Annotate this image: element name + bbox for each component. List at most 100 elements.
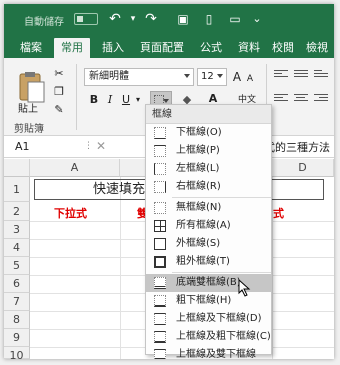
menu-item-top-border[interactable]: 上框線(P)	[146, 142, 271, 160]
menu-item-label: 左框線(L)	[176, 163, 220, 174]
namebox-dropdown-icon[interactable]: ⋮	[84, 141, 93, 151]
left-border-icon	[154, 163, 166, 175]
column-header-a[interactable]: A	[30, 159, 120, 177]
top-border-icon	[154, 145, 166, 157]
cut-icon[interactable]: ✂	[52, 66, 66, 82]
tab-view[interactable]: 檢視	[300, 38, 334, 58]
thick-bottom-border-icon	[154, 295, 166, 307]
menu-item-label: 所有框線(A)	[176, 220, 231, 231]
customize-qat-icon[interactable]: ⌄	[250, 10, 264, 28]
row-header-3[interactable]: 3	[4, 221, 30, 239]
font-name-select[interactable]: 新細明體	[84, 68, 194, 86]
menu-item-right-border[interactable]: 右框線(R)	[146, 178, 271, 196]
menu-item-label: 粗外框線(T)	[176, 256, 230, 267]
tab-insert[interactable]: 插入	[96, 38, 130, 58]
undo-icon[interactable]: ↶	[106, 10, 124, 28]
row-header-5[interactable]: 5	[4, 257, 30, 275]
menu-item-label: 上框線及雙下框線(U)	[176, 349, 256, 359]
menu-separator	[172, 197, 271, 198]
menu-item-top-bottom-border[interactable]: 上框線及下框線(D)	[146, 310, 271, 328]
tab-review[interactable]: 校閱	[266, 38, 300, 58]
select-all-corner[interactable]	[4, 159, 30, 177]
align-left-icon[interactable]	[274, 94, 288, 106]
row-header-10[interactable]: 10	[4, 347, 30, 359]
autosave-toggle[interactable]	[74, 13, 98, 25]
menu-item-top-thick-bottom-border[interactable]: 上框線及粗下框線(C)	[146, 328, 271, 346]
row-header-1[interactable]: 1	[4, 177, 30, 202]
excel-window: 自動儲存 ↶ ▾ ↷ ▣ ▯ ▭ ⌄ 檔案 常用 插入 頁面配置 公式 資料 校…	[4, 4, 334, 359]
menu-item-thick-box-border[interactable]: 粗外框線(T)	[146, 253, 271, 271]
chevron-down-icon	[217, 74, 223, 78]
redo-icon[interactable]: ↷	[142, 10, 160, 28]
row-header-7[interactable]: 7	[4, 293, 30, 311]
row-header-4[interactable]: 4	[4, 239, 30, 257]
column-header-d[interactable]: D	[272, 159, 334, 177]
cancel-icon[interactable]: ✕	[96, 139, 106, 153]
top-double-bottom-border-icon	[154, 349, 166, 359]
tab-file[interactable]: 檔案	[14, 38, 48, 58]
row-header-2[interactable]: 2	[4, 202, 30, 221]
menu-header: 框線	[146, 105, 271, 124]
title-bar: 自動儲存 ↶ ▾ ↷ ▣ ▯ ▭ ⌄	[4, 4, 334, 34]
chevron-down-icon	[184, 74, 190, 78]
undo-dropdown-icon[interactable]: ▾	[128, 10, 138, 28]
menu-item-all-borders[interactable]: 所有框線(A)	[146, 217, 271, 235]
font-name-value: 新細明體	[89, 71, 129, 82]
copy-icon[interactable]: ❐	[52, 84, 66, 100]
cell-c2[interactable]: 式	[273, 205, 284, 221]
toggle-knob	[77, 16, 83, 22]
menu-item-left-border[interactable]: 左框線(L)	[146, 160, 271, 178]
menu-item-label: 外框線(S)	[176, 238, 221, 249]
underline-button[interactable]: U	[120, 92, 132, 108]
menu-item-label: 下框線(O)	[176, 127, 222, 138]
menu-item-label: 上框線(P)	[176, 145, 220, 156]
row-header-8[interactable]: 8	[4, 311, 30, 329]
align-middle-icon[interactable]	[294, 70, 308, 82]
tab-formulas[interactable]: 公式	[194, 38, 228, 58]
bold-button[interactable]: B	[88, 92, 100, 108]
align-top-icon[interactable]	[274, 70, 288, 82]
menu-item-bottom-double-border[interactable]: 底端雙框線(B)	[146, 274, 271, 292]
row-header-6[interactable]: 6	[4, 275, 30, 293]
mouse-pointer-icon	[238, 279, 251, 297]
format-painter-icon[interactable]: ✎	[52, 102, 66, 118]
new-file-icon[interactable]: ▯	[200, 10, 218, 28]
save-icon[interactable]: ▣	[174, 10, 192, 28]
tab-data[interactable]: 資料	[232, 38, 266, 58]
italic-button[interactable]: I	[104, 92, 116, 108]
row-header-9[interactable]: 9	[4, 329, 30, 347]
align-center-icon[interactable]	[294, 94, 308, 106]
tab-home[interactable]: 常用	[54, 38, 90, 58]
no-border-icon	[154, 202, 166, 214]
column-header-b[interactable]	[120, 159, 146, 177]
borders-dropdown-menu: 框線 下框線(O) 上框線(P) 左框線(L) 右框線(R) 無框線(N) 所有…	[145, 104, 272, 359]
menu-item-thick-bottom-border[interactable]: 粗下框線(H)	[146, 292, 271, 310]
shrink-font-icon[interactable]: A	[245, 71, 255, 87]
align-bottom-icon[interactable]	[314, 70, 328, 82]
underline-dropdown-icon[interactable]: ▾	[134, 92, 142, 108]
menu-item-label: 無框線(N)	[176, 202, 222, 213]
menu-item-no-border[interactable]: 無框線(N)	[146, 199, 271, 217]
top-bottom-border-icon	[154, 313, 166, 325]
menu-item-label: 右框線(R)	[176, 181, 221, 192]
menu-item-label: 粗下框線(H)	[176, 295, 232, 306]
open-folder-icon[interactable]: ▭	[226, 10, 244, 28]
top-thick-bottom-border-icon	[154, 331, 166, 343]
menu-item-bottom-border[interactable]: 下框線(O)	[146, 124, 271, 142]
formula-input[interactable]: 式的三種方法	[264, 139, 330, 155]
menu-item-label: 上框線及粗下框線(C)	[176, 331, 271, 342]
align-right-icon[interactable]	[314, 94, 328, 106]
menu-item-top-double-bottom-border[interactable]: 上框線及雙下框線(U)	[146, 346, 271, 359]
bottom-double-border-icon	[154, 277, 166, 289]
font-size-value: 12	[201, 71, 214, 82]
name-box[interactable]: A1	[12, 138, 72, 155]
tab-page-layout[interactable]: 頁面配置	[134, 38, 190, 58]
thick-box-border-icon	[154, 256, 166, 268]
paste-label[interactable]: 貼上	[18, 100, 38, 115]
bottom-border-icon	[154, 127, 166, 139]
cell-a2[interactable]: 下拉式	[54, 205, 87, 221]
right-border-icon	[154, 181, 166, 193]
font-size-select[interactable]: 12	[197, 68, 227, 86]
grow-font-icon[interactable]: A	[231, 69, 243, 85]
menu-item-outside-borders[interactable]: 外框線(S)	[146, 235, 271, 253]
